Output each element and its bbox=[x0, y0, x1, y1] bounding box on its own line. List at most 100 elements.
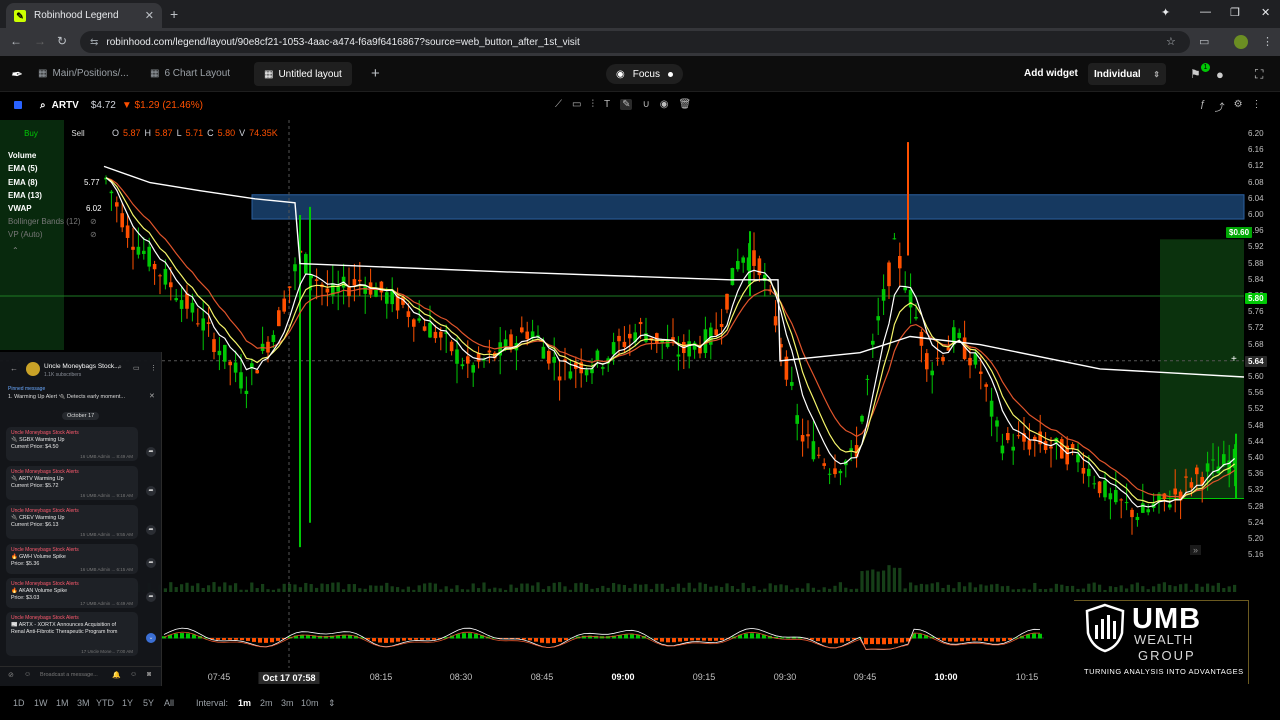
volume-bar bbox=[747, 588, 751, 592]
search-icon[interactable]: ⌕ bbox=[118, 364, 122, 372]
reload-icon[interactable]: ↻ bbox=[57, 34, 67, 48]
cast-icon[interactable]: ▭ bbox=[1199, 35, 1209, 48]
sticker-icon[interactable]: ☺ bbox=[130, 671, 137, 678]
fib-tool-icon[interactable]: ⫶ bbox=[591, 99, 594, 110]
app-header: ✒ ▦ Main/Positions/... ▦ 6 Chart Layout … bbox=[0, 56, 1280, 92]
tab-main-positions[interactable]: ▦ Main/Positions/... bbox=[38, 68, 129, 79]
interval-10m[interactable]: 10m bbox=[301, 698, 319, 708]
buy-button[interactable]: Buy bbox=[16, 128, 46, 140]
range-1y[interactable]: 1Y bbox=[122, 698, 133, 708]
focus-button[interactable]: ◉ Focus bbox=[606, 64, 683, 84]
indicator-ema-5[interactable]: EMA (5) bbox=[8, 164, 37, 173]
robinhood-logo-icon[interactable]: ✒ bbox=[10, 66, 22, 83]
sell-button[interactable]: Sell bbox=[62, 128, 94, 140]
bell-icon[interactable]: 🔔 bbox=[112, 671, 121, 679]
indicator-vwap[interactable]: VWAP bbox=[8, 204, 32, 213]
compare-icon[interactable]: ⤴ bbox=[1215, 99, 1225, 114]
browser-tab[interactable]: ✎ Robinhood Legend ✕ bbox=[6, 3, 162, 28]
forward-icon[interactable]: ➦ bbox=[146, 558, 156, 568]
account-select[interactable]: Individual ⇕ bbox=[1088, 63, 1166, 85]
histogram-bar bbox=[408, 638, 412, 640]
magnet-icon[interactable]: ∪ bbox=[642, 99, 649, 110]
visibility-icon[interactable]: ◉ bbox=[660, 99, 669, 110]
hidden-eye-icon[interactable]: ⊘ bbox=[90, 217, 97, 226]
indicator-ema-8[interactable]: EMA (8) bbox=[8, 178, 37, 187]
notifications-icon[interactable]: ⚑ bbox=[1190, 67, 1201, 81]
channel-avatar[interactable] bbox=[26, 362, 40, 376]
browser-menu-icon[interactable]: ⋮ bbox=[1262, 35, 1273, 48]
forward-icon[interactable]: → bbox=[34, 34, 46, 48]
close-window-icon[interactable]: ✕ bbox=[1261, 6, 1270, 19]
bookmark-star-icon[interactable]: ☆ bbox=[1166, 35, 1176, 48]
attach-icon[interactable]: ⊘ bbox=[8, 671, 14, 679]
tab-untitled-layout[interactable]: ▦ Untitled layout bbox=[254, 62, 352, 86]
hidden-eye-icon[interactable]: ⊘ bbox=[90, 230, 97, 239]
add-alert-icon[interactable]: + bbox=[1231, 354, 1237, 365]
message-bubble[interactable]: Uncle Moneybags Stock Alerts 📰 ARTX - XO… bbox=[6, 612, 138, 656]
url-input[interactable]: ⇆ robinhood.com/legend/layout/90e8cf21-1… bbox=[80, 31, 1190, 53]
message-bubble[interactable]: Uncle Moneybags Stock Alerts 🔌 ARTV Warm… bbox=[6, 466, 138, 500]
camera-icon[interactable]: ◙ bbox=[147, 671, 151, 678]
minimize-icon[interactable]: — bbox=[1200, 6, 1211, 18]
trash-icon[interactable]: 🗑 bbox=[679, 99, 692, 110]
more-options-icon[interactable]: ⋮ bbox=[1252, 99, 1262, 114]
indicator-volume[interactable]: Volume bbox=[8, 151, 36, 160]
tab-6-chart-layout[interactable]: ▦ 6 Chart Layout bbox=[150, 68, 230, 79]
add-layout-icon[interactable]: + bbox=[371, 65, 380, 82]
add-widget-button[interactable]: Add widget bbox=[1024, 68, 1078, 79]
forward-icon[interactable]: ➦ bbox=[146, 592, 156, 602]
forward-icon[interactable]: ➦ bbox=[146, 447, 156, 457]
back-icon[interactable]: ← bbox=[10, 364, 18, 373]
message-bubble[interactable]: Uncle Moneybags Stock Alerts 🔌 SGBX Warm… bbox=[6, 427, 138, 461]
new-tab-icon[interactable]: + bbox=[170, 6, 178, 22]
range-all[interactable]: All bbox=[164, 698, 174, 708]
message-bubble[interactable]: Uncle Moneybags Stock Alerts 🔥 AKAN Volu… bbox=[6, 578, 138, 608]
message-input[interactable]: Broadcast a message... bbox=[40, 672, 98, 678]
chat-icon[interactable]: ▭ bbox=[133, 364, 140, 372]
volume-bar bbox=[1071, 585, 1075, 592]
fullscreen-icon[interactable]: ⛶ bbox=[1255, 67, 1263, 82]
account-avatar-icon[interactable]: ● bbox=[1216, 67, 1224, 82]
trendline-tool-icon[interactable]: ⟋ bbox=[555, 99, 562, 110]
pinned-message[interactable]: 1. Warming Up Alert 🔌 Detects early mome… bbox=[8, 394, 148, 400]
rectangle-tool-icon[interactable]: ▭ bbox=[572, 99, 581, 110]
indicator-vp[interactable]: VP (Auto) bbox=[8, 230, 43, 239]
scroll-to-latest-icon[interactable]: » bbox=[1190, 545, 1202, 555]
candle-body bbox=[1087, 468, 1091, 477]
interval-1m[interactable]: 1m bbox=[238, 698, 251, 708]
close-pin-icon[interactable]: ✕ bbox=[149, 392, 155, 400]
range-ytd[interactable]: YTD bbox=[96, 698, 114, 708]
range-5y[interactable]: 5Y bbox=[143, 698, 154, 708]
brush-tool-icon[interactable]: ✎ bbox=[620, 99, 633, 110]
text-tool-icon[interactable]: T bbox=[604, 99, 610, 110]
indicators-icon[interactable]: ƒ bbox=[1200, 99, 1206, 114]
range-1d[interactable]: 1D bbox=[13, 698, 25, 708]
interval-3m[interactable]: 3m bbox=[281, 698, 294, 708]
interval-2m[interactable]: 2m bbox=[260, 698, 273, 708]
scroll-down-icon[interactable]: ⌄ bbox=[146, 633, 156, 643]
message-bubble[interactable]: Uncle Moneybags Stock Alerts 🔌 CREV Warm… bbox=[6, 505, 138, 539]
site-info-icon[interactable]: ⇆ bbox=[90, 37, 98, 48]
close-tab-icon[interactable]: ✕ bbox=[145, 9, 154, 22]
extension-icon[interactable]: ✦ bbox=[1161, 6, 1170, 19]
link-color-icon[interactable] bbox=[14, 101, 22, 109]
range-1w[interactable]: 1W bbox=[34, 698, 48, 708]
more-intervals-icon[interactable]: ⇕ bbox=[328, 698, 336, 709]
profile-avatar[interactable] bbox=[1234, 35, 1248, 49]
message-bubble[interactable]: Uncle Moneybags Stock Alerts 🔥 GWH Volum… bbox=[6, 544, 138, 574]
indicator-ema-13[interactable]: EMA (13) bbox=[8, 191, 42, 200]
forward-icon[interactable]: ➦ bbox=[146, 486, 156, 496]
range-3m[interactable]: 3M bbox=[77, 698, 90, 708]
back-icon[interactable]: ← bbox=[10, 34, 22, 48]
volume-bar bbox=[1211, 585, 1215, 592]
indicator-bollinger[interactable]: Bollinger Bands (12) bbox=[8, 217, 80, 226]
maximize-icon[interactable]: ❐ bbox=[1230, 6, 1240, 19]
forward-icon[interactable]: ➦ bbox=[146, 525, 156, 535]
range-1m[interactable]: 1M bbox=[56, 698, 69, 708]
symbol-search[interactable]: ⌕ ARTV $4.72 ▼ $1.29 (21.46%) bbox=[40, 100, 203, 111]
more-icon[interactable]: ⋮ bbox=[150, 364, 157, 372]
chart-settings-icon[interactable]: ⚙ bbox=[1234, 99, 1243, 114]
price-chart[interactable] bbox=[0, 120, 1280, 668]
emoji-icon[interactable]: ☺ bbox=[24, 671, 31, 678]
collapse-legend-icon[interactable]: ⌃ bbox=[12, 246, 19, 255]
